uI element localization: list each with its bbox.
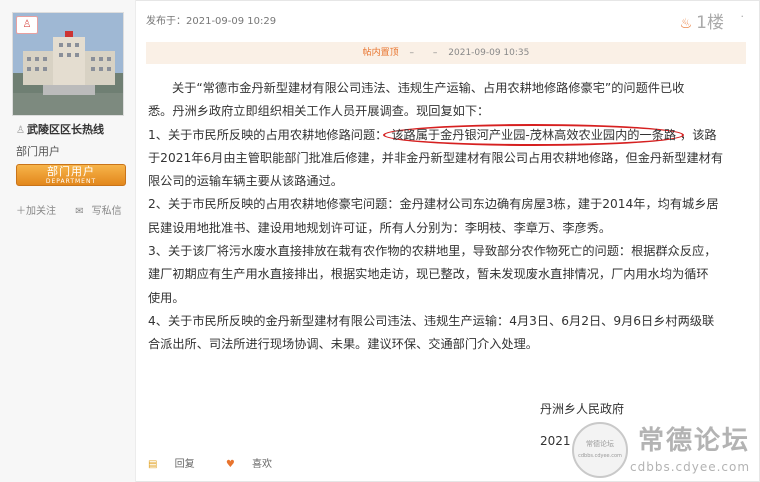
department-badge: 部门用户 DEPARTMENT xyxy=(16,164,126,186)
seal-subtext: cdbbs.cdyee.com xyxy=(578,453,622,459)
separator: – xyxy=(432,48,438,58)
reply-label: 回复 xyxy=(174,459,195,470)
sidebar-actions: ＋加关注 ✉ 写私信 xyxy=(16,202,138,217)
author-name-label: 武陵区区长热线 xyxy=(26,123,104,136)
paragraph-line: 使用。 xyxy=(148,290,185,305)
paragraph-line: 民建设用地批准书、建设用地规划许可证，所有人分别为：李明枝、李章万、李彦秀。 xyxy=(148,220,612,235)
more-menu[interactable]: · xyxy=(741,10,745,23)
paragraph-line: 合派出所、司法所进行现场协调、未果。建议环保、交通部门介入处理。 xyxy=(148,337,538,352)
post-content: 关于“常德市金丹新型建材有限公司违法、违规生产运输、占用农耕地修路修豪宅”的问题… xyxy=(148,77,746,357)
reply-button[interactable]: ▤ 回复 xyxy=(148,459,209,470)
send-message-label: 写私信 xyxy=(91,206,122,217)
user-icon: ♙ xyxy=(16,125,25,136)
post-time: 发布于：2021-09-09 10:29 xyxy=(146,16,277,27)
add-follow-label: 加关注 xyxy=(26,206,56,217)
paragraph-line: 2、关于市民所反映的占用农耕地修豪宅问题：金丹建材公司东边确有房屋3栋，建于20… xyxy=(148,197,719,212)
pin-in-thread-link[interactable]: 帖内置顶 xyxy=(363,48,399,58)
comment-icon: ▤ xyxy=(148,459,158,470)
floor-number: ♨ 1楼 xyxy=(680,8,724,33)
like-label: 喜欢 xyxy=(251,459,272,470)
author-sidebar: ♙ ♙ 武陵区区长热线 部门用户 部门用户 DEPARTMENT ＋加关注 ✉ 写私… xyxy=(0,0,136,482)
watermark: 常德论坛 cdbbs.cdyee.com 常德论坛 cdbbs.cdyee.co… xyxy=(572,418,758,480)
paragraph-line: 3、关于该厂将污水废水直接排放在栽有农作物的农耕地里，导致部分农作物死亡的问题：… xyxy=(148,244,717,259)
user-group: 部门用户 xyxy=(16,145,60,158)
send-message-button[interactable]: ✉ 写私信 xyxy=(75,206,129,217)
edit-date: 2021-09-09 10:35 xyxy=(448,48,530,58)
flame-icon: ♨ xyxy=(679,16,693,32)
paragraph-line: 4、关于市民所反映的金丹新型建材有限公司违法、违规生产运输：4月3日、6月2日、… xyxy=(148,313,715,328)
line-text: 1、关于市民所反映的占用农耕地修路问题： xyxy=(148,127,388,142)
watermark-seal: 常德论坛 cdbbs.cdyee.com xyxy=(572,422,628,478)
line-text: ，该路 xyxy=(680,127,717,142)
paragraph-line: 1、关于市民所反映的占用农耕地修路问题： 该路属于金丹银河产业园-茂林高效农业园内… xyxy=(148,123,746,147)
paragraph-line: 关于“常德市金丹新型建材有限公司违法、违规生产运输、占用农耕地修路修豪宅”的问题… xyxy=(172,81,685,95)
highlighted-text: 该路属于金丹银河产业园-茂林高效农业园内的一条路 xyxy=(383,123,685,146)
post-actions: ▤ 回复 ♥ 喜欢 xyxy=(148,455,300,470)
separator: – xyxy=(409,48,415,58)
edit-status-bar: 帖内置顶 – – 2021-09-09 10:35 xyxy=(146,42,746,64)
floor-label: 1楼 xyxy=(696,13,724,33)
paragraph-line: 建厂初期应有生产用水直接排出，根据实地走访，现已整改，暂未发现废水直排情况，厂内… xyxy=(148,267,709,282)
like-button[interactable]: ♥ 喜欢 xyxy=(226,459,286,470)
author-name[interactable]: ♙ 武陵区区长热线 xyxy=(16,121,104,137)
badge-en: DEPARTMENT xyxy=(45,178,97,185)
watermark-url: cdbbs.cdyee.com xyxy=(630,460,751,474)
paragraph-line: 于2021年6月由主管职能部门批准后修建，并非金丹新型建材有限公司占用农耕地修路… xyxy=(148,150,724,165)
badge-cn: 部门用户 xyxy=(47,165,95,178)
seal-text: 常德论坛 xyxy=(586,440,614,448)
paragraph-line: 限公司的运输车辆主要从该路通过。 xyxy=(148,174,343,189)
user-card-icon: ♙ xyxy=(16,16,38,34)
avatar[interactable]: ♙ xyxy=(12,12,124,116)
heart-icon: ♥ xyxy=(225,459,235,470)
add-follow-button[interactable]: ＋加关注 xyxy=(16,206,64,217)
paragraph-line: 悉。丹洲乡政府立即组织相关工作人员开展调查。现回复如下： xyxy=(148,104,490,119)
mail-icon: ✉ xyxy=(75,206,84,217)
watermark-title: 常德论坛 xyxy=(638,426,751,456)
